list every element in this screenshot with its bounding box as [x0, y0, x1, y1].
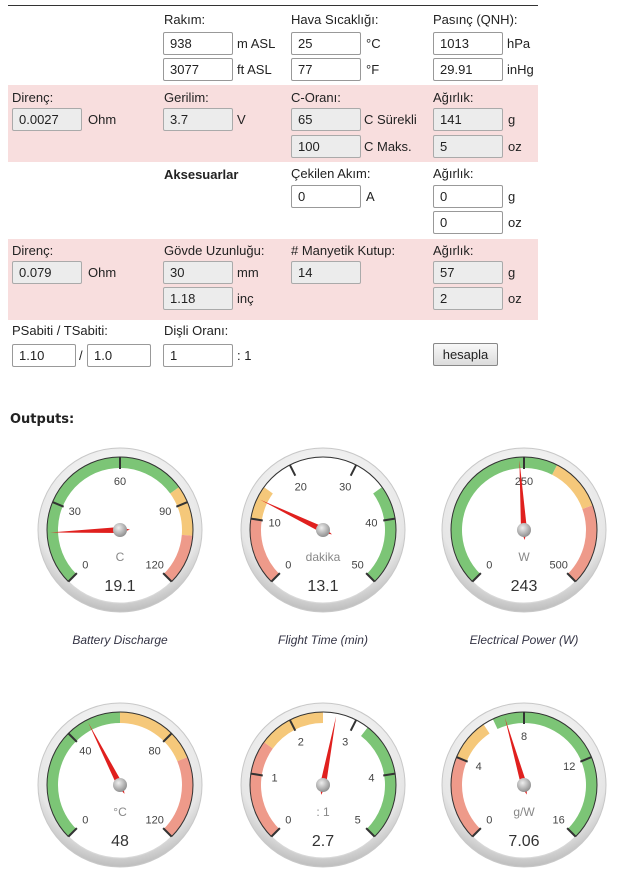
gauge-unit: °C — [113, 805, 127, 819]
gauge-caption: Electrical Power (W) — [469, 633, 579, 647]
gauge-unit: : 1 — [316, 805, 330, 819]
gauge-tick-label: 12 — [563, 761, 575, 773]
gauge-hub — [316, 523, 330, 537]
gauge-tick-label: 8 — [521, 731, 527, 743]
gauge-tick-label: 2 — [298, 736, 304, 748]
gauge-hub — [517, 778, 531, 792]
gauge-5: 0 1 2 3 4 5 : 1 2.7 — [240, 702, 406, 868]
gauge-tick-label: 20 — [295, 481, 307, 493]
gauge-tick-label: 4 — [368, 772, 374, 784]
gauge-tick-label: 40 — [79, 745, 91, 757]
gauge-1: 0 30 60 90 120 C 19.1 — [37, 447, 203, 613]
gauge-hub — [113, 523, 127, 537]
gauge-value: 2.7 — [312, 833, 334, 850]
gauge-hub — [517, 523, 531, 537]
gauge-tick-label: 0 — [285, 815, 291, 827]
gauge-tick-label: 0 — [486, 815, 492, 827]
gauge-unit: W — [518, 550, 530, 564]
gauge-6: 0 4 8 12 16 g/W 7.06 — [441, 702, 607, 868]
gauge-2: 0 10 20 30 40 50 dakika 13.1 — [240, 447, 406, 613]
gauge-tick-label: 1 — [272, 772, 278, 784]
gauge-hub — [113, 778, 127, 792]
gauge-hub — [316, 778, 330, 792]
gauge-4: 0 40 80 120 °C 48 — [37, 702, 203, 868]
gauge-value: 48 — [111, 833, 129, 850]
gauge-3: 0 250 500 W 243 — [441, 447, 607, 613]
gauge-tick-label: 80 — [149, 745, 161, 757]
gauge-tick-label: 90 — [159, 506, 171, 518]
gauge-value: 243 — [511, 578, 538, 595]
gauge-tick-label: 0 — [82, 560, 88, 572]
gauge-value: 13.1 — [307, 578, 338, 595]
gauge-tick-label: 0 — [285, 560, 291, 572]
gauge-tick-label: 30 — [339, 481, 351, 493]
gauges-svg: 0306090120C19.101020 304050dakika13.10250… — [37, 447, 607, 868]
gauge-tick-label: 500 — [549, 560, 567, 572]
gauge-tick-label: 16 — [553, 815, 565, 827]
gauge-unit: dakika — [306, 550, 341, 564]
gauge-tick-label: 60 — [114, 476, 126, 488]
gauge-tick-label: 120 — [145, 560, 163, 572]
gauge-tick-label: 40 — [365, 517, 377, 529]
gauge-tick-label: 120 — [145, 815, 163, 827]
gauge-tick-label: 0 — [486, 560, 492, 572]
gauge-tick-label: 30 — [69, 506, 81, 518]
gauge-tick-label: 5 — [355, 815, 361, 827]
gauge-unit: g/W — [513, 805, 535, 819]
gauge-value: 7.06 — [508, 833, 539, 850]
gauge-caption: Battery Discharge — [72, 633, 168, 647]
gauge-caption: Flight Time (min) — [278, 633, 368, 647]
gauge-tick-label: 10 — [268, 517, 280, 529]
gauge-tick-label: 0 — [82, 815, 88, 827]
gauge-tick-label: 4 — [476, 761, 482, 773]
gauge-value: 19.1 — [104, 578, 135, 595]
gauge-tick-label: 3 — [342, 736, 348, 748]
gauge-tick-label: 250 — [515, 476, 533, 488]
gauge-unit: C — [116, 550, 125, 564]
gauge-tick-label: 50 — [352, 560, 364, 572]
